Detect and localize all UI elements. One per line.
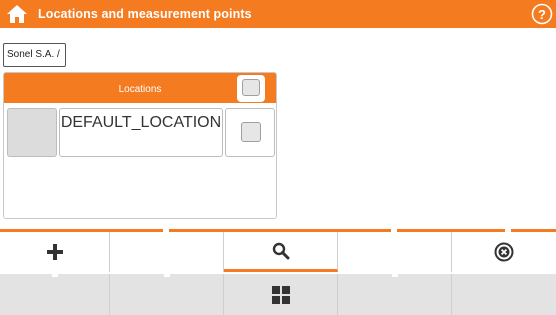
select-all-checkbox[interactable] xyxy=(237,75,265,102)
bottom-notch xyxy=(391,274,398,277)
grid-icon xyxy=(271,285,290,304)
search-icon xyxy=(272,242,289,259)
toolbar-button-4[interactable] xyxy=(338,232,452,272)
search-button[interactable] xyxy=(224,232,338,272)
location-name[interactable]: DEFAULT_LOCATION xyxy=(59,108,223,157)
bottom-button-2[interactable] xyxy=(110,274,224,315)
bottom-button-4[interactable] xyxy=(338,274,452,315)
checkbox-box xyxy=(242,79,260,96)
help-icon[interactable]: ? xyxy=(531,3,553,25)
bottom-nav-bar xyxy=(0,274,556,315)
bottom-button-5[interactable] xyxy=(452,274,556,315)
bottom-notch xyxy=(51,274,58,277)
title-bar: Locations and measurement points ? xyxy=(0,0,556,28)
locations-header-label: Locations xyxy=(118,84,162,95)
locations-panel: Locations DEFAULT_LOCATION xyxy=(3,72,277,219)
bottom-notch xyxy=(163,274,170,277)
close-circle-icon xyxy=(494,242,514,262)
locations-header: Locations xyxy=(4,73,276,103)
action-toolbar xyxy=(0,229,556,275)
close-button[interactable] xyxy=(452,232,556,272)
breadcrumb[interactable]: Sonel S.A. / xyxy=(3,43,66,67)
view-toggle-button[interactable] xyxy=(224,274,338,315)
home-icon[interactable] xyxy=(6,3,28,25)
toolbar-button-2[interactable] xyxy=(110,232,224,272)
svg-text:?: ? xyxy=(538,7,546,22)
checkbox-box xyxy=(241,122,261,142)
bottom-button-1[interactable] xyxy=(0,274,110,315)
location-row-checkbox[interactable] xyxy=(225,108,275,157)
add-button[interactable] xyxy=(0,232,110,272)
plus-icon xyxy=(46,244,63,260)
location-row-handle[interactable] xyxy=(7,108,57,157)
page-title: Locations and measurement points xyxy=(38,7,252,21)
